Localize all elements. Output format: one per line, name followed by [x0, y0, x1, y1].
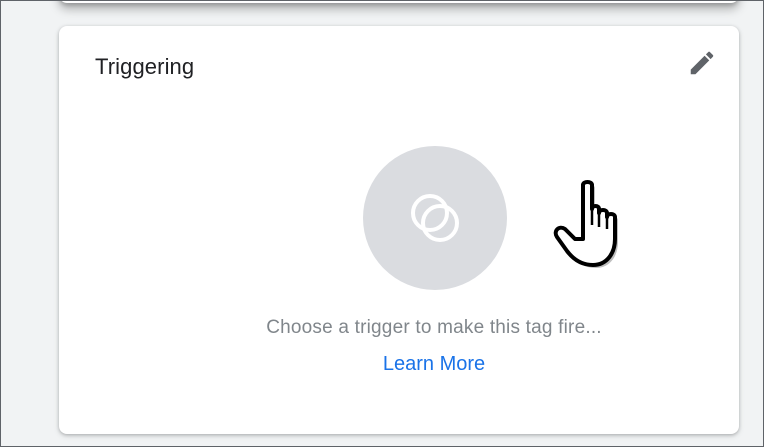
edit-button[interactable] — [683, 44, 721, 82]
learn-more-link[interactable]: Learn More — [59, 353, 763, 376]
empty-state-message: Choose a trigger to make this tag fire..… — [266, 317, 602, 338]
pencil-icon — [690, 51, 714, 75]
choose-trigger-button[interactable] — [363, 146, 507, 290]
screenshot-frame: Triggering Choose a trigger to make this… — [0, 0, 764, 447]
page-background — [1, 1, 21, 446]
overlapping-circles-icon — [411, 194, 459, 242]
triggering-card[interactable]: Triggering Choose a trigger to make this… — [59, 26, 739, 434]
card-title: Triggering — [95, 54, 195, 79]
previous-card-edge — [59, 1, 739, 3]
